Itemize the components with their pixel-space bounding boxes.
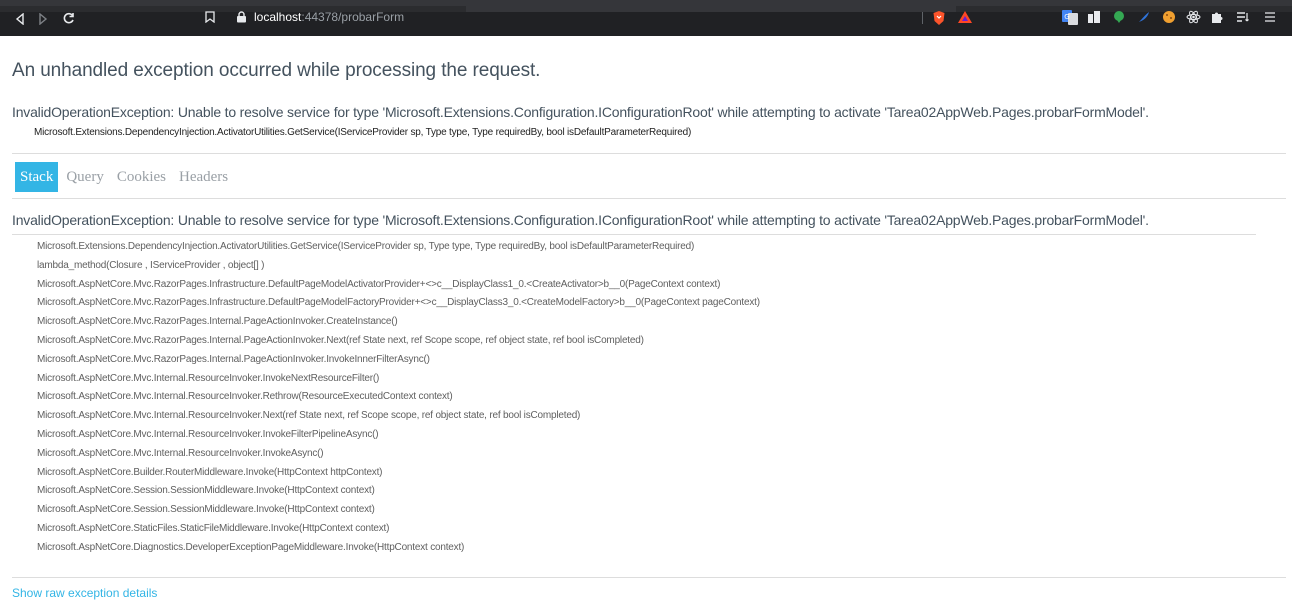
url-host: localhost xyxy=(254,10,302,24)
translate-extension-icon[interactable]: G xyxy=(1062,10,1078,25)
react-devtools-icon[interactable] xyxy=(1186,10,1201,24)
tab-stack[interactable]: Stack xyxy=(15,162,59,192)
stack-frame[interactable]: Microsoft.AspNetCore.Mvc.Internal.Resour… xyxy=(37,426,760,445)
divider-top xyxy=(12,153,1286,154)
address-bar[interactable]: localhost:44378/probarForm xyxy=(254,6,404,28)
brave-shields-icon[interactable] xyxy=(932,10,946,26)
stack-frame-list: Microsoft.Extensions.DependencyInjection… xyxy=(37,238,760,558)
svg-text:G: G xyxy=(1064,13,1069,21)
reload-button[interactable] xyxy=(58,6,78,30)
forward-button[interactable] xyxy=(33,6,53,30)
tab-query[interactable]: Query xyxy=(61,162,109,192)
detail-tabs: Stack Query Cookies Headers xyxy=(15,162,236,192)
forward-icon xyxy=(39,12,48,25)
error-page: An unhandled exception occurred while pr… xyxy=(0,36,1292,602)
page-title: An unhandled exception occurred while pr… xyxy=(12,60,541,81)
stack-frame[interactable]: Microsoft.AspNetCore.Builder.RouterMiddl… xyxy=(37,464,760,483)
stack-frame[interactable]: Microsoft.AspNetCore.Mvc.Internal.Resour… xyxy=(37,445,760,464)
exception-message: InvalidOperationException: Unable to res… xyxy=(12,104,1149,120)
stack-frame[interactable]: Microsoft.AspNetCore.Mvc.RazorPages.Inte… xyxy=(37,313,760,332)
cookie-extension-icon[interactable] xyxy=(1162,10,1176,24)
divider-bottom xyxy=(12,577,1286,578)
extensions-puzzle-icon[interactable] xyxy=(1210,10,1224,24)
stack-frame[interactable]: Microsoft.AspNetCore.Session.SessionMidd… xyxy=(37,482,760,501)
exception-location: Microsoft.Extensions.DependencyInjection… xyxy=(34,127,692,138)
bookmark-icon[interactable] xyxy=(205,11,215,23)
stack-frame[interactable]: Microsoft.Extensions.DependencyInjection… xyxy=(37,238,760,257)
active-browser-tab[interactable] xyxy=(466,6,956,12)
reload-icon xyxy=(63,13,74,24)
green-extension-icon[interactable] xyxy=(1112,10,1126,24)
office-extension-icon[interactable] xyxy=(1087,10,1101,24)
stack-frame[interactable]: Microsoft.AspNetCore.Mvc.RazorPages.Inte… xyxy=(37,332,760,351)
stack-frame[interactable]: Microsoft.AspNetCore.Mvc.RazorPages.Infr… xyxy=(37,276,760,295)
stack-frame[interactable]: Microsoft.AspNetCore.StaticFiles.StaticF… xyxy=(37,520,760,539)
lock-icon[interactable] xyxy=(236,11,247,23)
tab-cookies[interactable]: Cookies xyxy=(112,162,171,192)
back-icon xyxy=(15,12,24,25)
reading-list-icon[interactable] xyxy=(1236,10,1250,24)
show-raw-exception-link[interactable]: Show raw exception details xyxy=(12,586,157,600)
stack-frame[interactable]: Microsoft.AspNetCore.Diagnostics.Develop… xyxy=(37,539,760,558)
divider-stack xyxy=(12,234,1256,235)
stack-frame[interactable]: lambda_method(Closure , IServiceProvider… xyxy=(37,257,760,276)
stack-exception-title: InvalidOperationException: Unable to res… xyxy=(12,212,1149,228)
address-separator xyxy=(922,12,923,24)
tab-headers[interactable]: Headers xyxy=(174,162,233,192)
back-button[interactable] xyxy=(10,6,30,30)
stack-frame[interactable]: Microsoft.AspNetCore.Session.SessionMidd… xyxy=(37,501,760,520)
stack-frame[interactable]: Microsoft.AspNetCore.Mvc.Internal.Resour… xyxy=(37,388,760,407)
divider-tabs xyxy=(12,198,1286,199)
url-path: :44378/probarForm xyxy=(301,10,405,24)
stack-frame[interactable]: Microsoft.AspNetCore.Mvc.Internal.Resour… xyxy=(37,370,760,389)
stack-frame[interactable]: Microsoft.AspNetCore.Mvc.RazorPages.Infr… xyxy=(37,294,760,313)
stack-frame[interactable]: Microsoft.AspNetCore.Mvc.Internal.Resour… xyxy=(37,407,760,426)
feather-extension-icon[interactable] xyxy=(1137,10,1151,24)
stack-frame[interactable]: Microsoft.AspNetCore.Mvc.RazorPages.Inte… xyxy=(37,351,760,370)
browser-menu-icon[interactable] xyxy=(1264,10,1276,24)
brave-rewards-icon[interactable] xyxy=(957,10,973,24)
